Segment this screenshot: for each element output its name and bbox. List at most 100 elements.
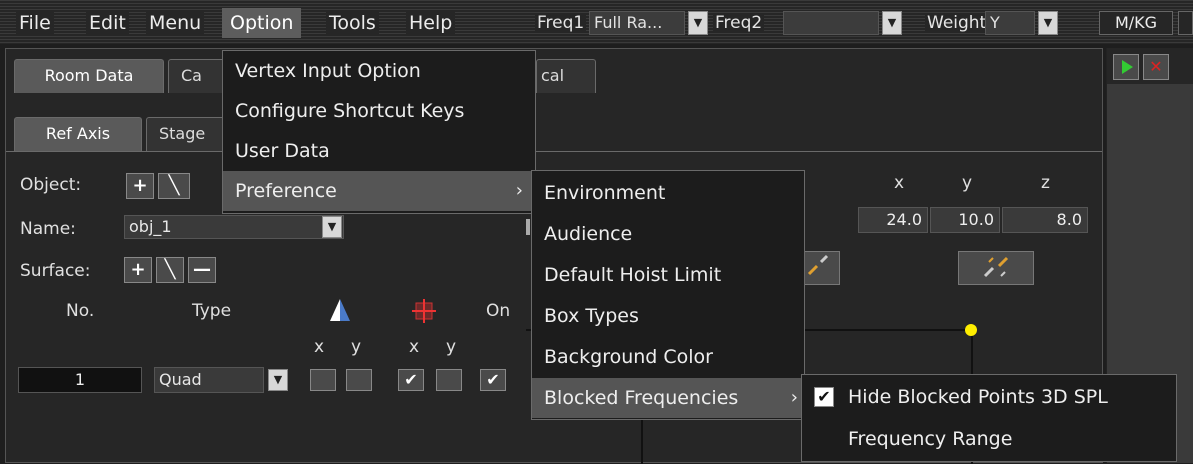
- play-button[interactable]: [1113, 54, 1139, 80]
- close-icon: ✕: [1149, 57, 1163, 76]
- type-dropdown-button[interactable]: ▼: [268, 369, 288, 391]
- chevron-down-icon: ▼: [327, 220, 337, 233]
- freq2-dropdown-button[interactable]: ▼: [882, 11, 902, 35]
- edit-surface-button[interactable]: ╲: [156, 257, 184, 283]
- column-no: No.: [66, 301, 95, 321]
- menu-item-label: Environment: [544, 182, 666, 204]
- name-select[interactable]: obj_1: [124, 215, 344, 239]
- rotate-icon: [412, 299, 436, 323]
- axis-y-label: y: [446, 337, 457, 357]
- menu-item-configure-shortcut-keys[interactable]: Configure Shortcut Keys: [223, 91, 535, 131]
- toolbar-extra-button[interactable]: [1178, 11, 1193, 35]
- option-menu: Vertex Input Option Configure Shortcut K…: [222, 50, 536, 214]
- menu-item-box-types[interactable]: Box Types: [532, 296, 804, 336]
- rotate-x-checkbox[interactable]: ✔: [398, 369, 424, 391]
- preference-submenu: Environment Audience Default Hoist Limit…: [531, 170, 805, 420]
- freq2-select[interactable]: [783, 11, 879, 35]
- menu-item-frequency-range[interactable]: Frequency Range: [802, 419, 1176, 459]
- freq1-label: Freq1: [535, 13, 587, 33]
- axis-x-label: x: [314, 337, 325, 357]
- tab-divider: [6, 151, 1102, 152]
- check-icon: ✔: [486, 370, 500, 389]
- mirror-y-checkbox[interactable]: [346, 369, 372, 391]
- coord-z-field[interactable]: 8.0: [1002, 207, 1088, 233]
- menu-option[interactable]: Option: [222, 8, 302, 38]
- tab-calc[interactable]: Ca: [168, 59, 228, 93]
- checkbox-checked-icon: ✔: [814, 387, 834, 407]
- plus-icon: +: [132, 175, 148, 196]
- surface-label: Surface:: [20, 261, 91, 281]
- close-button[interactable]: ✕: [1143, 54, 1169, 80]
- add-object-button[interactable]: +: [126, 173, 154, 199]
- remove-surface-button[interactable]: —: [188, 257, 216, 283]
- axis-x-label: x: [409, 337, 420, 357]
- menu-item-vertex-input-option[interactable]: Vertex Input Option: [223, 51, 535, 91]
- coord-y-label: y: [962, 173, 973, 193]
- drawing-marker-dot[interactable]: [965, 324, 977, 336]
- menu-item-label: Configure Shortcut Keys: [235, 100, 465, 122]
- plus-icon: +: [130, 259, 146, 280]
- coord-x-label: x: [894, 173, 905, 193]
- tab-stage[interactable]: Stage: [146, 117, 226, 151]
- menu-item-audience[interactable]: Audience: [532, 214, 804, 254]
- menu-tools[interactable]: Tools: [326, 12, 379, 34]
- tab-physical[interactable]: cal: [536, 59, 596, 93]
- menu-item-blocked-frequencies[interactable]: Blocked Frequencies ›: [532, 378, 804, 418]
- weight-label: Weight: [925, 13, 989, 33]
- type-select[interactable]: Quad: [154, 367, 264, 393]
- menu-item-label: User Data: [235, 140, 330, 162]
- unit-button[interactable]: M/KG: [1099, 11, 1173, 35]
- coord-z-label: z: [1041, 173, 1050, 193]
- menu-menu[interactable]: Menu: [146, 12, 205, 34]
- column-on: On: [486, 301, 511, 321]
- menu-item-label: Box Types: [544, 305, 639, 327]
- menu-edit[interactable]: Edit: [86, 12, 129, 34]
- tab-room-data[interactable]: Room Data: [14, 59, 164, 93]
- chevron-down-icon: ▼: [887, 16, 897, 29]
- link-button-right[interactable]: [958, 251, 1034, 285]
- menu-item-label: Default Hoist Limit: [544, 264, 722, 286]
- menu-item-default-hoist-limit[interactable]: Default Hoist Limit: [532, 255, 804, 295]
- slash-icon: ╲: [164, 259, 176, 280]
- blocked-frequencies-submenu: ✔ Hide Blocked Points 3D SPL Frequency R…: [801, 374, 1177, 462]
- play-icon: [1122, 60, 1133, 74]
- object-label: Object:: [20, 175, 82, 195]
- freq2-label: Freq2: [713, 13, 765, 33]
- axis-y-label: y: [351, 337, 362, 357]
- menu-file[interactable]: File: [16, 12, 54, 34]
- menu-help[interactable]: Help: [406, 12, 456, 34]
- row-number[interactable]: 1: [18, 367, 142, 393]
- menu-item-label: Audience: [544, 223, 633, 245]
- rotate-y-checkbox[interactable]: [436, 369, 462, 391]
- mirror-x-checkbox[interactable]: [310, 369, 336, 391]
- coord-x-field[interactable]: 24.0: [858, 207, 928, 233]
- slash-icon: ╲: [168, 175, 180, 196]
- freq1-select[interactable]: Full Ra...: [589, 11, 685, 35]
- menu-item-label: Blocked Frequencies: [544, 387, 739, 409]
- weight-dropdown-button[interactable]: ▼: [1038, 11, 1058, 35]
- minus-icon: —: [193, 259, 211, 280]
- freq1-dropdown-button[interactable]: ▼: [688, 11, 708, 35]
- menu-item-user-data[interactable]: User Data: [223, 131, 535, 171]
- menu-item-hide-blocked-points[interactable]: ✔ Hide Blocked Points 3D SPL: [802, 377, 1176, 417]
- on-checkbox[interactable]: ✔: [480, 369, 506, 391]
- menu-item-environment[interactable]: Environment: [532, 173, 804, 213]
- chevron-right-icon: ›: [790, 387, 798, 408]
- chevron-down-icon: ▼: [693, 16, 703, 29]
- tab-ref-axis[interactable]: Ref Axis: [14, 117, 142, 151]
- panel-edge-marker: [526, 219, 530, 235]
- menu-item-label: Background Color: [544, 346, 713, 368]
- name-dropdown-button[interactable]: ▼: [322, 216, 342, 238]
- menu-item-label: Preference: [235, 180, 337, 202]
- chevron-down-icon: ▼: [273, 373, 283, 386]
- menu-item-preference[interactable]: Preference ›: [223, 171, 535, 211]
- menu-item-background-color[interactable]: Background Color: [532, 337, 804, 377]
- menu-item-label: Vertex Input Option: [235, 60, 421, 82]
- weight-select[interactable]: Y: [985, 11, 1035, 35]
- chevron-right-icon: ›: [515, 180, 523, 201]
- coord-y-field[interactable]: 10.0: [930, 207, 1000, 233]
- unlink-icon: [983, 256, 1009, 278]
- edit-object-button[interactable]: ╲: [158, 173, 190, 199]
- check-icon: ✔: [404, 370, 418, 389]
- add-surface-button[interactable]: +: [124, 257, 152, 283]
